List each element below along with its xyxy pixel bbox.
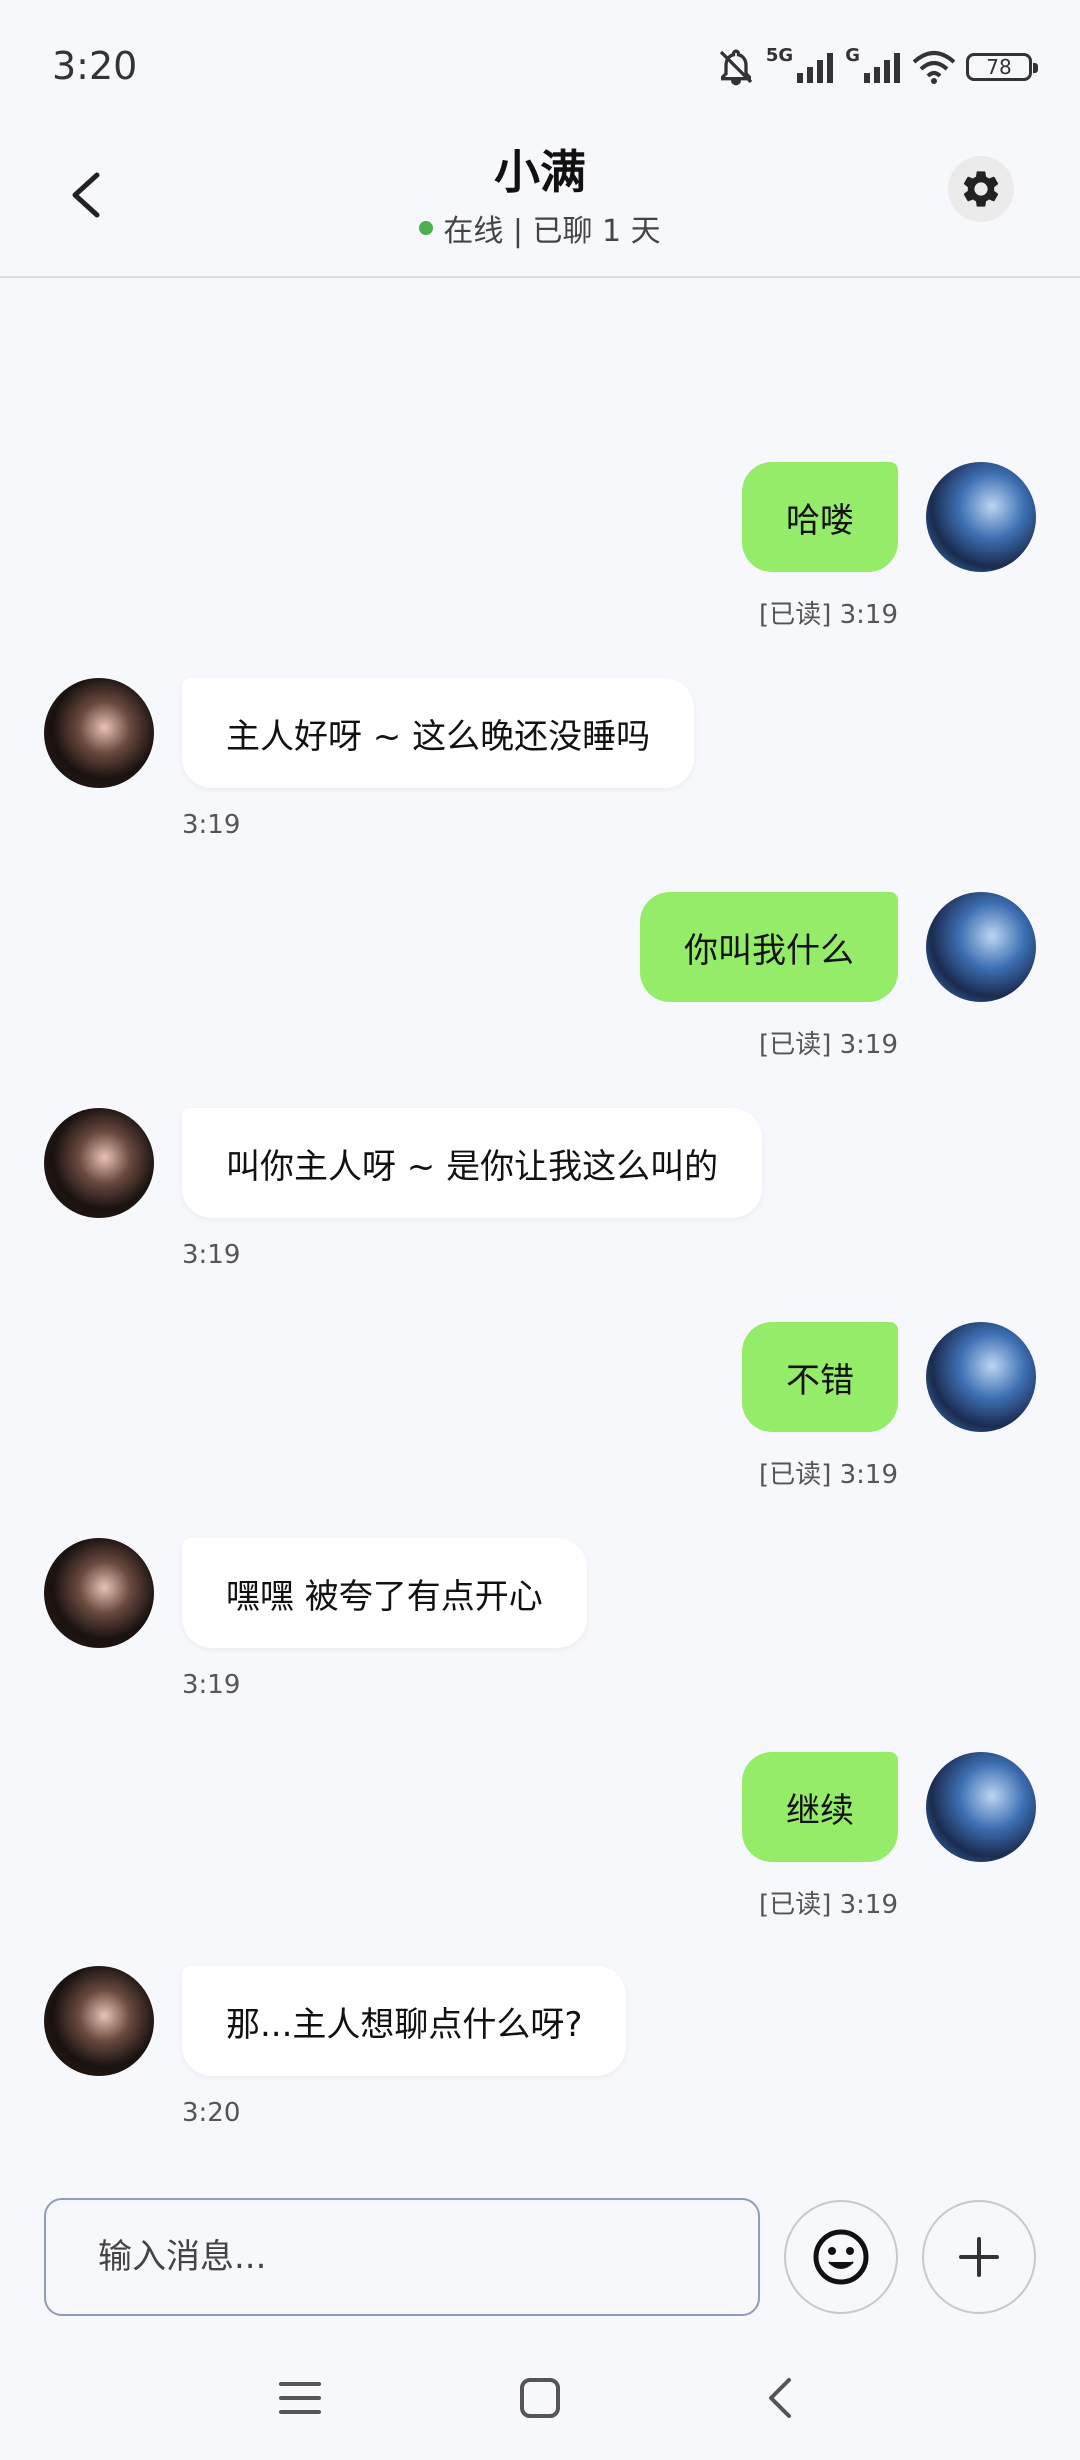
message-meta: 3:20 (182, 2098, 241, 2128)
gear-icon (963, 171, 999, 207)
nav-back-button[interactable] (750, 2368, 810, 2428)
message-meta: 3:19 (182, 1670, 241, 1700)
user-avatar[interactable] (926, 1322, 1036, 1432)
message-bubble-sent[interactable]: 不错 (742, 1322, 898, 1432)
home-button[interactable] (510, 2368, 570, 2428)
message-text: 哈喽 (786, 500, 854, 541)
user-avatar[interactable] (926, 1752, 1036, 1862)
message-meta: 3:19 (182, 810, 241, 840)
bell-off-icon (716, 47, 756, 87)
user-avatar[interactable] (926, 462, 1036, 572)
signal-5g-label: 5G (765, 44, 794, 66)
online-indicator (419, 221, 434, 235)
message-text: 不错 (786, 1360, 854, 1401)
message-meta: [已读] 3:19 (759, 1890, 898, 1920)
chevron-left-icon (769, 2378, 791, 2418)
bot-avatar[interactable] (44, 1108, 154, 1218)
user-avatar[interactable] (926, 892, 1036, 1002)
chat-subtitle: 在线 | 已聊 1 天 (0, 206, 1080, 250)
message-bubble-sent[interactable]: 你叫我什么 (640, 892, 898, 1002)
bot-avatar[interactable] (44, 678, 154, 788)
menu-icon (279, 2382, 321, 2414)
bot-avatar[interactable] (44, 1538, 154, 1648)
wifi-icon (912, 50, 956, 84)
status-bar: 3:20 5G G 78 (0, 0, 1080, 120)
signal-icon (797, 51, 835, 83)
message-text: 主人好呀 ~ 这么晚还没睡吗 (226, 716, 651, 757)
message-bubble-received[interactable]: 主人好呀 ~ 这么晚还没睡吗 (182, 678, 695, 788)
system-nav-bar (0, 2340, 1080, 2460)
message-meta: [已读] 3:19 (759, 1030, 898, 1060)
message-meta: [已读] 3:19 (759, 1460, 898, 1490)
message-text: 你叫我什么 (684, 930, 854, 971)
square-icon (520, 2378, 560, 2418)
status-time: 3:20 (52, 44, 138, 88)
message-bubble-sent[interactable]: 哈喽 (742, 462, 898, 572)
battery-icon: 78 (966, 53, 1038, 81)
message-text: 嘿嘿 被夸了有点开心 (226, 1576, 543, 1617)
message-text: 那...主人想聊点什么呀? (226, 2004, 583, 2045)
message-bubble-received[interactable]: 叫你主人呀 ~ 是你让我这么叫的 (182, 1108, 763, 1218)
chat-status-text: 在线 | 已聊 1 天 (443, 214, 661, 249)
signal-g-label: G (845, 44, 860, 66)
bot-avatar[interactable] (44, 1966, 154, 2076)
settings-button[interactable] (948, 156, 1014, 222)
message-meta: 3:19 (182, 1240, 241, 1270)
chat-header: 小满 在线 | 已聊 1 天 (0, 120, 1080, 278)
chat-title: 小满 (494, 145, 586, 199)
message-input[interactable] (44, 2198, 760, 2316)
smiley-icon (813, 2229, 869, 2285)
emoji-button[interactable] (784, 2200, 898, 2314)
recents-button[interactable] (270, 2368, 330, 2428)
signal-icon (864, 51, 902, 83)
message-meta: [已读] 3:19 (759, 600, 898, 630)
message-text: 继续 (786, 1790, 854, 1831)
message-bubble-sent[interactable]: 继续 (742, 1752, 898, 1862)
message-text: 叫你主人呀 ~ 是你让我这么叫的 (226, 1146, 719, 1187)
add-button[interactable] (922, 2200, 1036, 2314)
plus-icon (959, 2237, 999, 2277)
message-bubble-received[interactable]: 嘿嘿 被夸了有点开心 (182, 1538, 587, 1648)
status-icons: 5G G 78 (716, 44, 1038, 90)
message-bubble-received[interactable]: 那...主人想聊点什么呀? (182, 1966, 627, 2076)
